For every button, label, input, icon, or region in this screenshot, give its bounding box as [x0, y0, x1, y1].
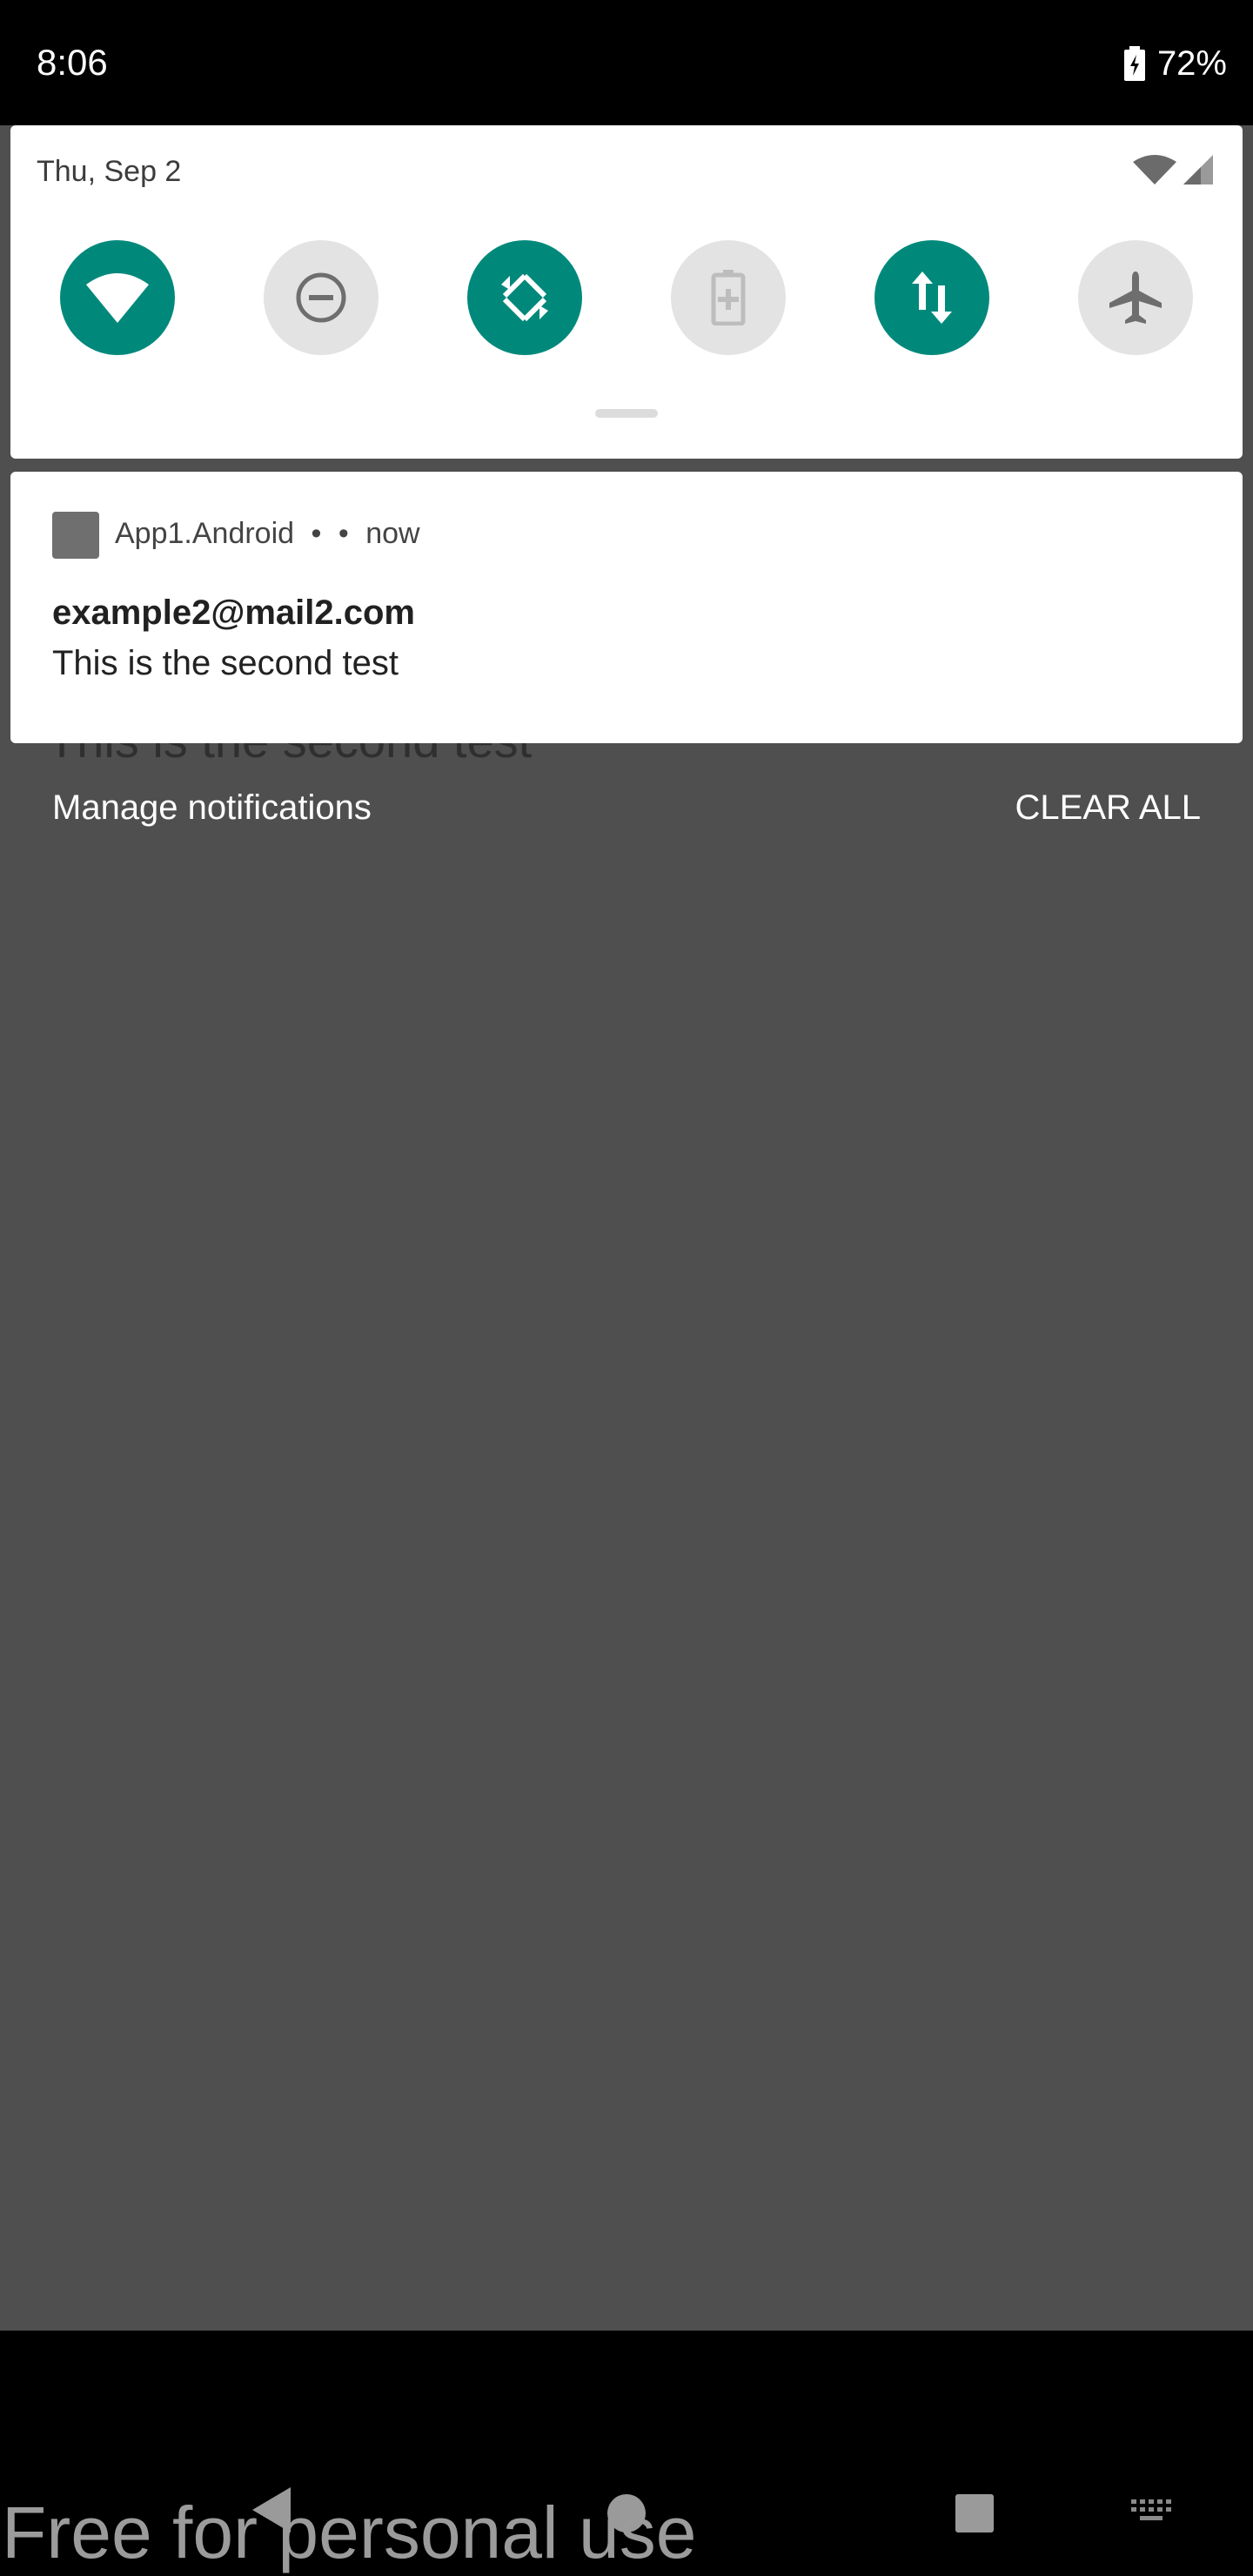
- separator-dot: •: [311, 517, 322, 550]
- battery-percent: 72%: [1156, 44, 1227, 83]
- notification-time: now: [365, 517, 420, 550]
- battery-saver-icon: [711, 270, 746, 325]
- notification-title: example2@mail2.com: [52, 594, 415, 632]
- do-not-disturb-icon: [296, 272, 346, 323]
- qs-tiles: [60, 240, 1203, 355]
- qs-status-icons: [1133, 155, 1213, 184]
- watermark-text: Free for personal use: [2, 2492, 697, 2573]
- qs-expand-handle[interactable]: [595, 409, 658, 418]
- tile-do-not-disturb[interactable]: [264, 240, 379, 355]
- tile-mobile-data[interactable]: [874, 240, 989, 355]
- notification-header: App1.Android • • now: [115, 517, 420, 551]
- cellular-signal-icon: [1183, 155, 1213, 184]
- separator-dot: •: [338, 517, 349, 550]
- notification-text: This is the second test: [52, 644, 399, 682]
- status-bar: 8:06 72%: [0, 0, 1253, 125]
- recents-icon[interactable]: [955, 2494, 994, 2532]
- tile-battery-saver[interactable]: [671, 240, 786, 355]
- battery-charging-icon: [1123, 46, 1145, 81]
- wifi-icon: [86, 273, 149, 323]
- app-icon: [52, 512, 99, 559]
- quick-settings-panel: Thu, Sep 2: [10, 125, 1243, 459]
- manage-notifications-button[interactable]: Manage notifications: [52, 788, 372, 828]
- notification-app-name: App1.Android: [115, 517, 295, 550]
- airplane-icon: [1109, 272, 1162, 324]
- tile-wifi[interactable]: [60, 240, 175, 355]
- qs-date[interactable]: Thu, Sep 2: [37, 155, 181, 189]
- status-right-group: 72%: [1123, 42, 1227, 85]
- keyboard-icon[interactable]: [1131, 2499, 1173, 2522]
- clear-all-button[interactable]: CLEAR ALL: [1015, 788, 1201, 828]
- auto-rotate-icon: [501, 273, 548, 322]
- status-time: 8:06: [37, 42, 108, 83]
- notification-card[interactable]: App1.Android • • now example2@mail2.com …: [10, 472, 1243, 743]
- wifi-icon: [1133, 155, 1176, 184]
- tile-auto-rotate[interactable]: [467, 240, 582, 355]
- mobile-data-icon: [912, 272, 952, 324]
- tile-airplane-mode[interactable]: [1078, 240, 1193, 355]
